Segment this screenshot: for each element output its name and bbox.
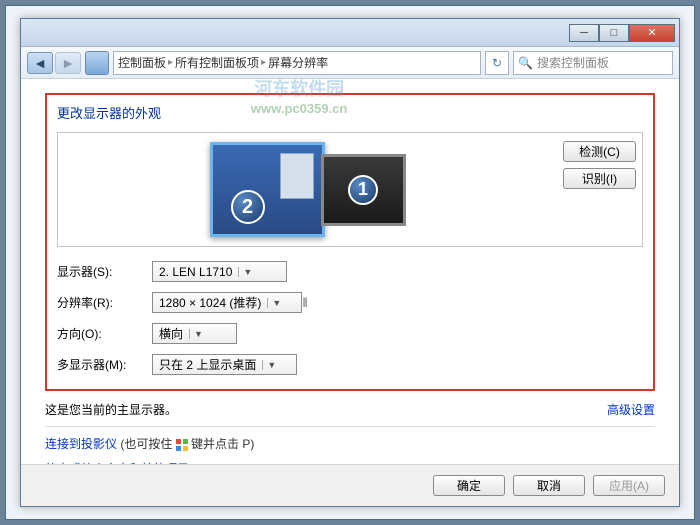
chevron-down-icon: ▼ (189, 329, 203, 339)
windows-logo-icon (176, 439, 188, 451)
content-area: 河东软件园 www.pc0359.cn 更改显示器的外观 2 1 检测(C) 识… (21, 79, 679, 464)
breadcrumb-item[interactable]: 所有控制面板项 (175, 54, 259, 71)
breadcrumb-item[interactable]: 屏幕分辨率 (268, 54, 328, 71)
identify-button[interactable]: 识别(I) (563, 168, 636, 189)
display-label: 显示器(S): (57, 263, 152, 280)
detect-button[interactable]: 检测(C) (563, 141, 636, 162)
combo-value: 2. LEN L1710 (159, 265, 232, 279)
highlight-box: 更改显示器的外观 2 1 检测(C) 识别(I) 显示器(S): (45, 93, 655, 391)
orientation-combo[interactable]: 横向 ▼ (152, 323, 237, 344)
cancel-button[interactable]: 取消 (513, 475, 585, 496)
combo-value: 只在 2 上显示桌面 (159, 356, 256, 373)
slider-tick-icon: ‖ (301, 295, 309, 310)
control-panel-icon (85, 51, 109, 75)
multi-display-label: 多显示器(M): (57, 356, 152, 373)
chevron-right-icon: ▸ (261, 57, 266, 68)
divider (45, 426, 655, 427)
resolution-combo[interactable]: 1280 × 1024 (推荐) ▼ (152, 292, 302, 313)
minimize-button[interactable]: ─ (569, 24, 599, 42)
combo-value: 横向 (159, 325, 183, 342)
chevron-down-icon: ▼ (267, 298, 281, 308)
multi-display-combo[interactable]: 只在 2 上显示桌面 ▼ (152, 354, 297, 375)
monitor-2[interactable]: 2 (210, 142, 325, 237)
titlebar: ─ □ ✕ (21, 19, 679, 47)
primary-note: 这是您当前的主显示器。 (45, 401, 177, 418)
combo-value: 1280 × 1024 (推荐) (159, 294, 261, 311)
chevron-down-icon: ▼ (238, 267, 252, 277)
search-icon: 🔍 (518, 56, 533, 70)
resolution-label: 分辨率(R): (57, 294, 152, 311)
monitor-preview: 2 1 检测(C) 识别(I) (57, 132, 643, 247)
text-size-link[interactable]: 放大或缩小文本和其他项目 (45, 460, 655, 464)
addressbar: ◄ ► 控制面板 ▸ 所有控制面板项 ▸ 屏幕分辨率 ↻ 🔍 搜索控制面板 (21, 47, 679, 79)
monitor-number: 1 (348, 175, 378, 205)
search-input[interactable]: 🔍 搜索控制面板 (513, 51, 673, 75)
nav-forward-button: ► (55, 52, 81, 74)
dialog-footer: 确定 取消 应用(A) (21, 464, 679, 506)
refresh-button[interactable]: ↻ (485, 51, 509, 75)
orientation-label: 方向(O): (57, 325, 152, 342)
breadcrumb[interactable]: 控制面板 ▸ 所有控制面板项 ▸ 屏幕分辨率 (113, 51, 481, 75)
monitor-1[interactable]: 1 (321, 154, 406, 226)
window: ─ □ ✕ ◄ ► 控制面板 ▸ 所有控制面板项 ▸ 屏幕分辨率 ↻ 🔍 搜索控… (20, 18, 680, 507)
nav-back-button[interactable]: ◄ (27, 52, 53, 74)
close-button[interactable]: ✕ (629, 24, 675, 42)
apply-button: 应用(A) (593, 475, 665, 496)
chevron-down-icon: ▼ (262, 360, 276, 370)
search-placeholder: 搜索控制面板 (537, 54, 609, 71)
projector-link[interactable]: 连接到投影仪 (也可按住 键并点击 P) (45, 435, 655, 452)
page-title: 更改显示器的外观 (57, 103, 643, 122)
breadcrumb-item[interactable]: 控制面板 (118, 54, 166, 71)
display-combo[interactable]: 2. LEN L1710 ▼ (152, 261, 287, 282)
monitor-number: 2 (231, 190, 265, 224)
maximize-button[interactable]: □ (599, 24, 629, 42)
advanced-link[interactable]: 高级设置 (607, 401, 655, 418)
ok-button[interactable]: 确定 (433, 475, 505, 496)
chevron-right-icon: ▸ (168, 57, 173, 68)
